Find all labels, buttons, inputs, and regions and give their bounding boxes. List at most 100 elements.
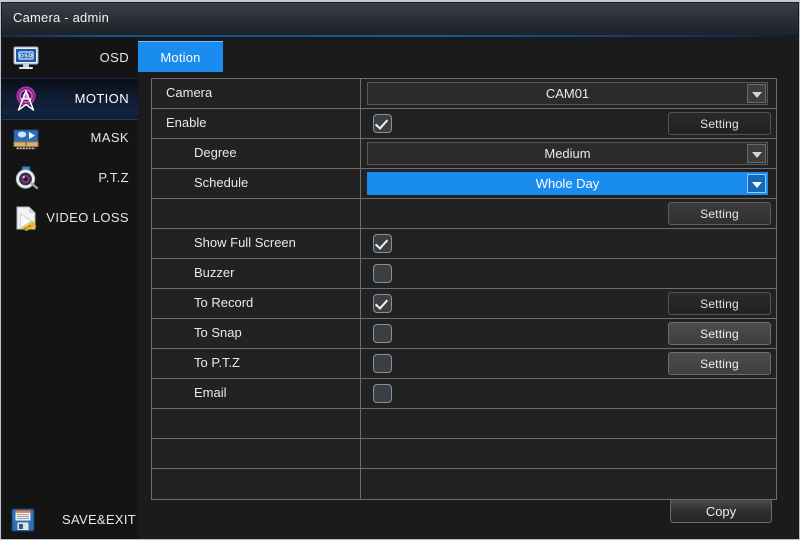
row-value-cell xyxy=(361,229,776,258)
row-label: Schedule xyxy=(194,175,249,190)
setting-button-to-record[interactable]: Setting xyxy=(668,292,771,315)
checkbox-to-snap[interactable] xyxy=(373,324,392,343)
row-label: Show Full Screen xyxy=(194,235,296,250)
row-label: Camera xyxy=(166,85,213,100)
row-value-cell: Setting xyxy=(361,289,776,318)
table-row: To Record Setting xyxy=(152,289,776,319)
row-value-cell: Setting xyxy=(361,319,776,348)
sidebar-item-mask[interactable]: MASK xyxy=(2,118,138,158)
row-value-cell: Whole Day xyxy=(361,169,776,198)
monitor-osd-icon: OSD xyxy=(11,44,41,72)
row-value-cell xyxy=(361,259,776,288)
ptz-camera-icon xyxy=(11,164,41,192)
checkbox-to-p-t-z[interactable] xyxy=(373,354,392,373)
sidebar-item-osd[interactable]: OSD OSD xyxy=(2,38,138,78)
checkbox-to-record[interactable] xyxy=(373,294,392,313)
dropdown-schedule[interactable]: Whole Day xyxy=(367,172,768,195)
row-label-cell xyxy=(152,469,361,499)
dropdown-degree[interactable]: Medium xyxy=(367,142,768,165)
sidebar-item-label: P.T.Z xyxy=(98,170,129,185)
svg-text:OSD: OSD xyxy=(19,54,33,60)
sidebar-item-label: VIDEO LOSS xyxy=(46,210,129,225)
row-label: Email xyxy=(194,385,227,400)
sidebar-nav: OSD OSD MOTION MASK P.T.Z VIDEO LOSS xyxy=(2,38,139,539)
row-label-cell: Show Full Screen xyxy=(152,229,361,258)
table-row: Camera CAM01 xyxy=(152,79,776,109)
table-row xyxy=(152,409,776,439)
row-value-cell: Setting xyxy=(361,109,776,138)
titlebar-accent-line xyxy=(2,35,798,37)
row-value-cell: CAM01 xyxy=(361,79,776,108)
row-value-cell xyxy=(361,409,776,438)
tab-bar: Motion xyxy=(138,41,799,75)
row-label-cell: Enable xyxy=(152,109,361,138)
dropdown-value: CAM01 xyxy=(545,86,590,101)
floppy-disk-icon xyxy=(10,507,36,533)
table-row: Show Full Screen xyxy=(152,229,776,259)
copy-button[interactable]: Copy xyxy=(670,499,772,523)
row-label-cell xyxy=(152,439,361,468)
setting-button-to-snap[interactable]: Setting xyxy=(668,322,771,345)
sidebar-item-video-loss[interactable]: VIDEO LOSS xyxy=(2,198,138,238)
sidebar-item-label: MASK xyxy=(90,130,129,145)
setting-button-row-4[interactable]: Setting xyxy=(668,202,771,225)
row-label-cell: Email xyxy=(152,379,361,408)
row-value-cell xyxy=(361,469,776,499)
checkbox-email[interactable] xyxy=(373,384,392,403)
row-label-cell: Degree xyxy=(152,139,361,168)
sidebar-item-label: OSD xyxy=(99,50,129,65)
table-row: Buzzer xyxy=(152,259,776,289)
checkbox-show-full-screen[interactable] xyxy=(373,234,392,253)
setting-button-enable[interactable]: Setting xyxy=(668,112,771,135)
row-label-cell: Camera xyxy=(152,79,361,108)
setting-button-to-p-t-z[interactable]: Setting xyxy=(668,352,771,375)
motion-sensor-icon xyxy=(11,85,41,113)
row-label: Buzzer xyxy=(194,265,235,280)
sidebar-item-motion[interactable]: MOTION xyxy=(2,78,138,120)
camera-settings-window: Camera - admin OSD OSD MOTION MASK P.T.Z VIDE… xyxy=(0,0,800,540)
mask-video-icon xyxy=(11,124,41,152)
row-label-cell: Buzzer xyxy=(152,259,361,288)
row-label-cell xyxy=(152,409,361,438)
row-value-cell: Setting xyxy=(361,199,776,228)
table-row xyxy=(152,469,776,499)
row-label-cell: To Snap xyxy=(152,319,361,348)
table-row: To P.T.Z Setting xyxy=(152,349,776,379)
chevron-down-icon[interactable] xyxy=(747,174,766,193)
dropdown-value: Whole Day xyxy=(535,176,600,191)
row-label: Enable xyxy=(166,115,207,130)
checkbox-enable[interactable] xyxy=(373,114,392,133)
save-and-exit-label: SAVE&EXIT xyxy=(62,512,136,527)
dropdown-camera[interactable]: CAM01 xyxy=(367,82,768,105)
row-label-cell: To Record xyxy=(152,289,361,318)
table-row: Setting xyxy=(152,199,776,229)
row-value-cell: Setting xyxy=(361,349,776,378)
sidebar-item-p-t-z[interactable]: P.T.Z xyxy=(2,158,138,198)
row-label: To Snap xyxy=(194,325,242,340)
table-row: Degree Medium xyxy=(152,139,776,169)
row-value-cell: Medium xyxy=(361,139,776,168)
content-area: Motion Camera CAM01 Enable Setting Degree Med… xyxy=(138,38,799,539)
table-row: Email xyxy=(152,379,776,409)
chevron-down-icon[interactable] xyxy=(747,84,766,103)
checkbox-buzzer[interactable] xyxy=(373,264,392,283)
video-loss-icon xyxy=(11,204,41,232)
row-label: To P.T.Z xyxy=(194,355,241,370)
row-value-cell xyxy=(361,379,776,408)
chevron-down-icon[interactable] xyxy=(747,144,766,163)
row-label-cell xyxy=(152,199,361,228)
window-titlebar: Camera - admin xyxy=(2,3,798,36)
row-label-cell: Schedule xyxy=(152,169,361,198)
table-row xyxy=(152,439,776,469)
row-label: To Record xyxy=(194,295,254,310)
sidebar-item-label: MOTION xyxy=(74,91,129,106)
tab-motion[interactable]: Motion xyxy=(138,41,223,72)
row-value-cell xyxy=(361,439,776,468)
table-row: To Snap Setting xyxy=(152,319,776,349)
row-label-cell: To P.T.Z xyxy=(152,349,361,378)
row-label: Degree xyxy=(194,145,237,160)
table-row: Enable Setting xyxy=(152,109,776,139)
dropdown-value: Medium xyxy=(544,146,591,161)
table-row: Schedule Whole Day xyxy=(152,169,776,199)
motion-settings-table: Camera CAM01 Enable Setting Degree Medium Sche… xyxy=(151,78,777,500)
